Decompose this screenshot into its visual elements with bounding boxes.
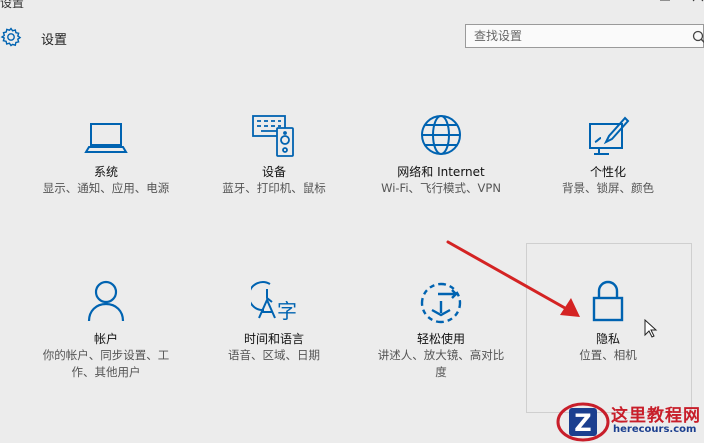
tile-accounts[interactable]: 帐户 你的帐户、同步设置、工作、其他用户 [26, 278, 186, 388]
tile-time-language[interactable]: 字 时间和语言 语音、区域、日期 [194, 278, 354, 388]
tile-subtitle: 讲述人、放大镜、高对比度 [377, 348, 505, 379]
tile-title: 时间和语言 [243, 332, 304, 346]
watermark-url: herecours.com [613, 424, 697, 435]
tile-network[interactable]: 网络和 Internet Wi-Fi、飞行模式、VPN [361, 110, 521, 220]
mouse-cursor-icon [644, 319, 658, 338]
maximize-icon[interactable] [651, 0, 679, 10]
lock-icon [592, 280, 624, 322]
svg-text:字: 字 [277, 299, 297, 323]
tile-subtitle: 语音、区域、日期 [228, 348, 320, 362]
person-icon [87, 280, 125, 322]
tile-subtitle: 背景、锁屏、颜色 [562, 181, 654, 195]
tile-subtitle: 位置、相机 [579, 348, 637, 362]
search-input[interactable] [466, 25, 697, 47]
tile-title: 网络和 Internet [397, 165, 485, 179]
tile-devices[interactable]: 设备 蓝牙、打印机、鼠标 [194, 110, 354, 220]
search-icon[interactable] [691, 29, 704, 45]
tile-title: 系统 [93, 165, 118, 179]
tile-subtitle: 显示、通知、应用、电源 [42, 181, 170, 195]
search-box [465, 24, 704, 48]
laptop-icon [84, 123, 128, 153]
tile-title: 设备 [261, 165, 286, 179]
page-title: 设置 [41, 33, 68, 48]
tile-personalization[interactable]: 个性化 背景、锁屏、颜色 [528, 110, 688, 220]
watermark-logo-icon: Z [556, 402, 610, 442]
window-title: 设置 [0, 0, 25, 10]
tile-subtitle: Wi-Fi、飞行模式、VPN [381, 181, 501, 195]
globe-icon [421, 115, 461, 155]
gear-icon [0, 27, 22, 47]
time-language-icon: 字 [251, 281, 297, 323]
tile-title: 个性化 [589, 165, 626, 179]
personalize-icon [589, 116, 630, 155]
watermark-name: 这里教程网 [611, 406, 701, 426]
devices-icon [252, 115, 294, 157]
close-icon[interactable] [684, 0, 704, 10]
svg-text:Z: Z [574, 409, 591, 437]
annotation-arrow-icon [446, 240, 580, 317]
tile-system[interactable]: 系统 显示、通知、应用、电源 [26, 110, 186, 220]
tile-subtitle: 蓝牙、打印机、鼠标 [222, 181, 326, 195]
tile-subtitle: 你的帐户、同步设置、工作、其他用户 [42, 348, 170, 379]
tile-title: 帐户 [93, 332, 118, 346]
minimize-icon[interactable] [612, 0, 640, 10]
tile-title: 轻松使用 [416, 332, 465, 346]
watermark: Z 这里教程网 herecours.com [556, 400, 704, 443]
tile-title: 隐私 [595, 332, 620, 346]
